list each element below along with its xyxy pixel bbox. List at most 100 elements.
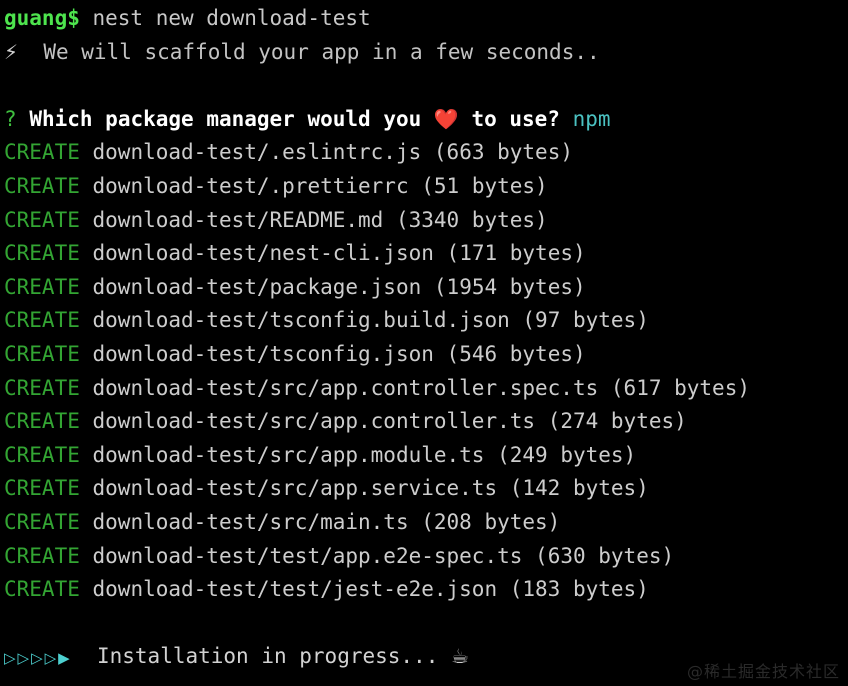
created-file-path-value: download-test/test/jest-e2e.json <box>92 577 498 602</box>
created-file-path-value: download-test/src/app.controller.ts <box>92 409 536 434</box>
create-keyword: CREATE <box>4 509 80 534</box>
terminal-line-create: CREATE download-test/package.json (1954 … <box>4 271 848 305</box>
selected-package-manager[interactable]: npm <box>573 107 611 131</box>
create-keyword: CREATE <box>4 577 80 602</box>
created-file-path <box>80 275 93 299</box>
created-file-size-gap <box>497 476 510 500</box>
watermark: @稀土掘金技术社区 <box>686 662 840 681</box>
created-file-size: (274 bytes) <box>547 409 687 434</box>
terminal-window[interactable]: guang$ nest new download-test ⚡ We will … <box>0 0 848 686</box>
created-file-size: (546 bytes) <box>446 341 586 366</box>
question-prompt-label: Which package manager would you <box>29 106 434 131</box>
terminal-line-create: CREATE download-test/test/jest-e2e.json … <box>4 573 848 607</box>
created-file-path-value: download-test/.eslintrc.js <box>92 140 422 165</box>
created-file-path-value: download-test/test/app.e2e-spec.ts <box>92 543 523 568</box>
created-file-size-gap <box>383 208 396 232</box>
created-file-path <box>80 544 93 568</box>
created-file-path <box>80 342 93 366</box>
scaffold-message: We will scaffold your app in a few secon… <box>18 39 600 64</box>
terminal-line-create: CREATE download-test/README.md (3340 byt… <box>4 204 848 238</box>
created-file-size-gap <box>598 376 611 400</box>
created-file-size-gap <box>497 577 510 601</box>
created-file-size: (1954 bytes) <box>433 274 586 299</box>
question-prompt-suffix: to use? <box>458 106 560 131</box>
created-file-path-value: download-test/package.json <box>92 274 422 299</box>
high-voltage-icon: ⚡ <box>4 39 19 64</box>
created-file-size: (208 bytes) <box>421 509 561 534</box>
created-file-path-value: download-test/src/app.service.ts <box>92 476 498 501</box>
created-file-path-value: download-test/src/app.module.ts <box>92 442 485 467</box>
created-file-size-gap <box>421 140 434 164</box>
installation-status-text: Installation in progress... <box>71 644 451 669</box>
create-keyword: CREATE <box>4 543 80 568</box>
created-file-size-gap <box>535 409 548 433</box>
terminal-line-create: CREATE download-test/src/app.controller.… <box>4 372 848 406</box>
created-file-path <box>80 241 93 265</box>
terminal-line-prompt: guang$ nest new download-test <box>4 2 848 36</box>
terminal-line-create: CREATE download-test/tsconfig.json (546 … <box>4 338 848 372</box>
created-file-path <box>80 174 93 198</box>
create-keyword: CREATE <box>4 308 80 333</box>
created-file-size: (97 bytes) <box>522 308 649 333</box>
terminal-line-create: CREATE download-test/src/main.ts (208 by… <box>4 506 848 540</box>
create-keyword: CREATE <box>4 173 80 198</box>
created-file-path-value: download-test/tsconfig.build.json <box>92 308 510 333</box>
created-file-size-gap <box>484 443 497 467</box>
created-file-path-value: download-test/tsconfig.json <box>92 341 434 366</box>
terminal-line-create: CREATE download-test/tsconfig.build.json… <box>4 304 848 338</box>
terminal-line-blank-2 <box>4 607 848 641</box>
triangle-spinner-icon: ▷▷▷▷▶ <box>4 649 72 668</box>
created-file-size: (249 bytes) <box>497 442 637 467</box>
created-file-size: (630 bytes) <box>535 543 675 568</box>
terminal-line-create: CREATE download-test/nest-cli.json (171 … <box>4 237 848 271</box>
created-file-size: (51 bytes) <box>421 173 548 198</box>
created-file-size-gap <box>421 275 434 299</box>
created-file-size-gap <box>522 544 535 568</box>
created-file-path-value: download-test/src/app.controller.spec.ts <box>92 375 599 400</box>
shell-prompt-user: guang$ <box>4 6 80 30</box>
terminal-line-create: CREATE download-test/src/app.controller.… <box>4 405 848 439</box>
created-file-path <box>80 208 93 232</box>
create-keyword: CREATE <box>4 375 80 400</box>
created-file-size-gap <box>434 342 447 366</box>
question-marker-icon: ? <box>4 106 17 131</box>
created-file-path <box>80 510 93 534</box>
created-file-size-gap <box>409 174 422 198</box>
created-file-path <box>80 308 93 332</box>
terminal-line-blank-1 <box>4 69 848 103</box>
created-file-path <box>80 443 93 467</box>
terminal-line-question: ? Which package manager would you ❤️ to … <box>4 103 848 137</box>
terminal-line-create: CREATE download-test/.prettierrc (51 byt… <box>4 170 848 204</box>
terminal-line-scaffold: ⚡ We will scaffold your app in a few sec… <box>4 36 848 70</box>
terminal-line-create: CREATE download-test/test/app.e2e-spec.t… <box>4 540 848 574</box>
created-file-path-value: download-test/src/main.ts <box>92 509 409 534</box>
created-file-path <box>80 409 93 433</box>
red-heart-icon: ❤️ <box>433 106 459 131</box>
create-keyword: CREATE <box>4 140 80 165</box>
created-file-size: (183 bytes) <box>509 577 649 602</box>
created-file-size: (142 bytes) <box>509 476 649 501</box>
question-gap <box>560 107 573 131</box>
created-file-path <box>80 577 93 601</box>
create-keyword: CREATE <box>4 341 80 366</box>
created-file-path <box>80 376 93 400</box>
created-file-size-gap <box>510 308 523 332</box>
terminal-line-create: CREATE download-test/.eslintrc.js (663 b… <box>4 136 848 170</box>
question-text-before <box>17 107 30 131</box>
terminal-line-create: CREATE download-test/src/app.module.ts (… <box>4 439 848 473</box>
create-keyword: CREATE <box>4 241 80 266</box>
created-file-size: (171 bytes) <box>446 241 586 266</box>
created-file-size-gap <box>434 241 447 265</box>
created-file-path <box>80 140 93 164</box>
created-file-path-value: download-test/.prettierrc <box>92 173 409 198</box>
created-file-size-gap <box>409 510 422 534</box>
create-keyword: CREATE <box>4 476 80 501</box>
create-keyword: CREATE <box>4 274 80 299</box>
create-keyword: CREATE <box>4 442 80 467</box>
shell-command: nest new download-test <box>79 6 371 30</box>
created-file-path-value: download-test/README.md <box>92 207 384 232</box>
created-file-size: (3340 bytes) <box>395 207 548 232</box>
created-file-size: (617 bytes) <box>610 375 750 400</box>
create-keyword: CREATE <box>4 409 80 434</box>
create-keyword: CREATE <box>4 207 80 232</box>
